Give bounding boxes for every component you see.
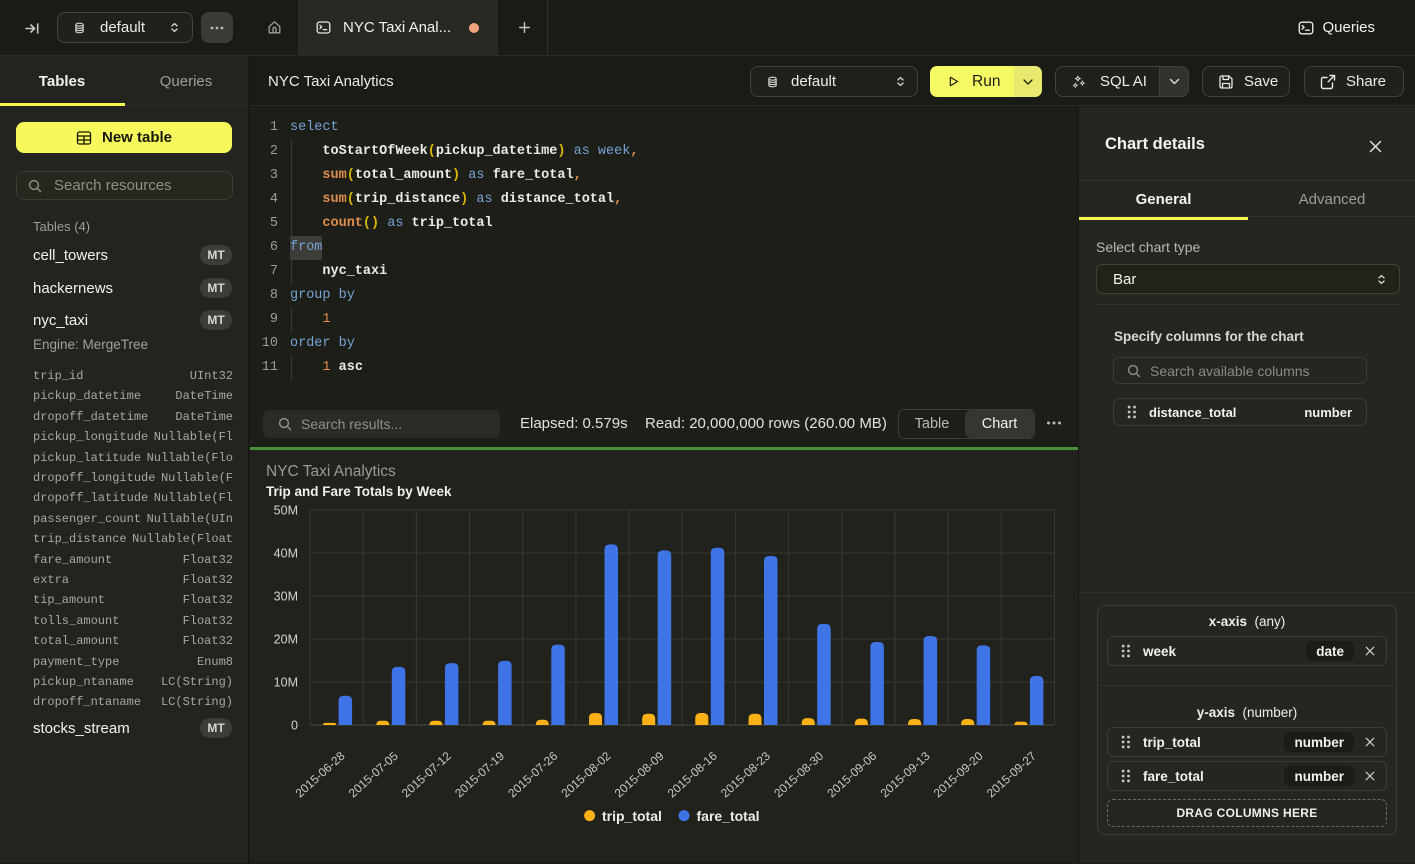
svg-text:0: 0 <box>291 719 298 733</box>
svg-text:2015-07-05: 2015-07-05 <box>346 749 401 801</box>
svg-text:30M: 30M <box>274 590 298 604</box>
svg-text:fare_total: fare_total <box>697 808 760 824</box>
svg-text:2015-07-26: 2015-07-26 <box>505 749 560 801</box>
svg-text:2015-07-12: 2015-07-12 <box>399 749 454 801</box>
svg-text:2015-09-20: 2015-09-20 <box>931 749 986 801</box>
svg-text:2015-08-09: 2015-08-09 <box>612 749 667 801</box>
svg-text:20M: 20M <box>274 633 298 647</box>
svg-text:10M: 10M <box>274 676 298 690</box>
svg-text:50M: 50M <box>274 504 298 518</box>
svg-text:2015-09-27: 2015-09-27 <box>984 749 1039 801</box>
svg-text:40M: 40M <box>274 547 298 561</box>
svg-text:2015-08-02: 2015-08-02 <box>559 749 614 801</box>
svg-text:2015-07-19: 2015-07-19 <box>452 749 507 801</box>
svg-text:2015-08-16: 2015-08-16 <box>665 749 720 801</box>
svg-text:2015-09-13: 2015-09-13 <box>878 749 933 801</box>
svg-text:trip_total: trip_total <box>602 808 662 824</box>
svg-text:2015-08-30: 2015-08-30 <box>771 749 826 801</box>
svg-text:2015-08-23: 2015-08-23 <box>718 749 773 801</box>
svg-text:2015-06-28: 2015-06-28 <box>293 749 348 801</box>
svg-text:2015-09-06: 2015-09-06 <box>824 749 879 801</box>
